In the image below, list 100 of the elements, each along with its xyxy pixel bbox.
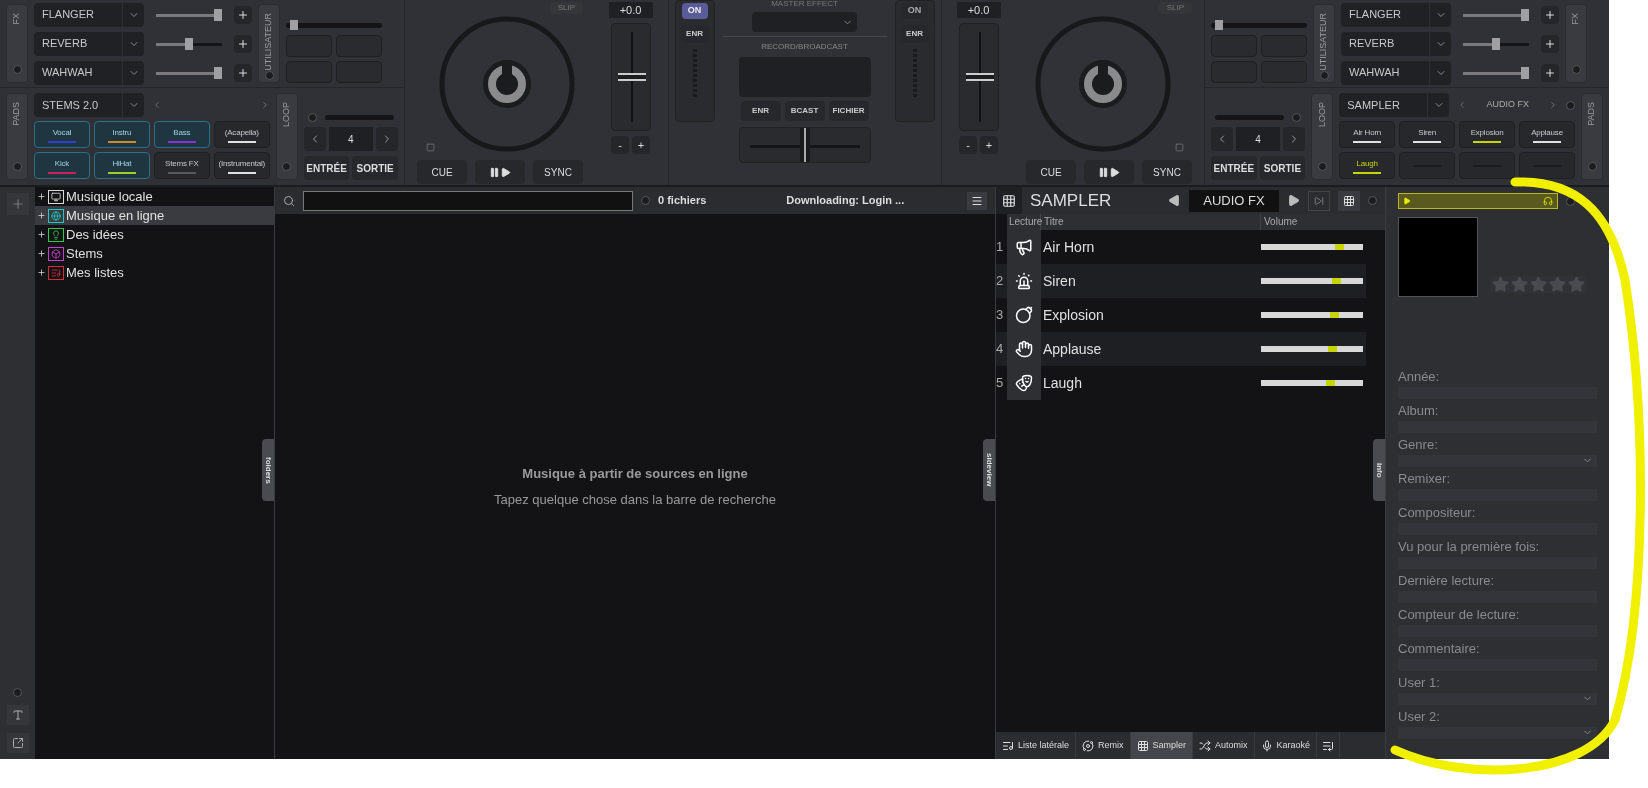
effect-slider[interactable] — [156, 8, 222, 21]
effect-dropdown[interactable]: REVERB — [1341, 31, 1451, 56]
pitch-slider[interactable] — [958, 23, 999, 131]
cue-button[interactable]: CUE — [417, 160, 467, 184]
next-bank-icon[interactable] — [1287, 194, 1300, 207]
pad-button[interactable] — [1459, 152, 1516, 179]
pitch-minus-button[interactable]: - — [959, 136, 977, 154]
pad-button[interactable]: Explosion — [1459, 121, 1516, 148]
prev-page-icon[interactable] — [152, 100, 162, 110]
view-tab[interactable]: Sampler — [1130, 732, 1194, 759]
effect-dropdown[interactable]: FLANGER — [1341, 2, 1451, 27]
channel-record-button[interactable]: ENR — [900, 25, 929, 43]
effect-dropdown[interactable]: SAMPLER — [1339, 93, 1450, 117]
user-slider[interactable] — [1211, 20, 1307, 30]
loop-prev-button[interactable] — [1211, 127, 1233, 151]
view-tab[interactable]: Liste latérale — [996, 732, 1077, 759]
loop-out-button[interactable]: SORTIE — [352, 156, 398, 180]
stop-icon[interactable] — [1174, 143, 1184, 152]
effect-dropdown[interactable]: WAHWAH — [1341, 60, 1451, 85]
tree-item[interactable]: Musique locale — [35, 187, 274, 206]
pad-button[interactable]: (Acapella) — [213, 121, 270, 148]
pad-button[interactable]: HiHat — [93, 152, 150, 179]
play-pause-button[interactable] — [1084, 160, 1134, 184]
loop-in-button[interactable]: ENTRÉE — [303, 156, 350, 180]
volume-slider[interactable] — [1261, 278, 1363, 284]
loop-prev-button[interactable] — [303, 127, 326, 151]
volume-slider[interactable] — [1261, 346, 1363, 352]
plus-button[interactable] — [1541, 5, 1559, 24]
popout-button[interactable] — [6, 733, 29, 753]
pad-button[interactable]: Siren — [1399, 121, 1456, 148]
previous-bank-icon[interactable] — [1168, 194, 1181, 207]
effect-dropdown[interactable]: WAHWAH — [34, 60, 144, 85]
sampler-row[interactable]: 3 Explosion — [996, 298, 1366, 332]
sampler-row[interactable]: 5 Laugh — [996, 366, 1366, 400]
view-tab[interactable]: Remix — [1076, 732, 1131, 759]
effect-slider[interactable] — [156, 37, 222, 50]
tree-item[interactable]: Stems — [35, 244, 274, 263]
loop-in-button[interactable]: ENTRÉE — [1211, 156, 1257, 180]
effect-slider[interactable] — [1463, 66, 1529, 79]
dropdown-field[interactable] — [1398, 726, 1597, 739]
side-tab[interactable]: folders — [262, 439, 274, 501]
font-size-button[interactable] — [6, 705, 29, 725]
skip-button[interactable] — [1308, 190, 1330, 211]
pad-button[interactable]: Laugh — [1339, 152, 1396, 179]
pitch-plus-button[interactable]: + — [980, 136, 998, 154]
view-tab[interactable]: Automix — [1193, 732, 1255, 759]
plus-button[interactable] — [234, 34, 252, 53]
loop-next-button[interactable] — [1283, 127, 1306, 151]
pad-button[interactable]: Kick — [34, 152, 90, 179]
plus-button[interactable] — [1541, 63, 1559, 82]
stop-icon[interactable] — [425, 143, 435, 152]
plus-button[interactable] — [234, 63, 252, 82]
channel-on-button[interactable]: ON — [901, 3, 928, 19]
sync-button[interactable]: SYNC — [533, 160, 583, 184]
list-menu-button[interactable] — [967, 191, 987, 210]
tree-item[interactable]: Des idées — [35, 225, 274, 244]
effect-dropdown[interactable]: REVERB — [34, 31, 144, 56]
side-tab[interactable]: sideview — [983, 439, 995, 501]
view-tab[interactable]: Karaoké — [1254, 732, 1318, 759]
record-button[interactable]: FICHIER — [828, 101, 869, 121]
sampler-row[interactable]: 4 Applause — [996, 332, 1366, 366]
pitch-minus-button[interactable]: - — [611, 136, 629, 154]
pad-button[interactable]: Applause — [1519, 121, 1575, 148]
user-slider[interactable] — [286, 20, 382, 30]
plus-button[interactable] — [1541, 34, 1559, 53]
channel-on-button[interactable]: ON — [681, 3, 708, 19]
loop-out-button[interactable]: SORTIE — [1259, 156, 1306, 180]
grid-view-button[interactable] — [1338, 190, 1360, 211]
record-button[interactable]: BCAST — [784, 101, 825, 121]
search-field[interactable] — [303, 190, 633, 211]
volume-slider[interactable] — [1261, 380, 1363, 386]
side-tab[interactable]: info — [1373, 439, 1385, 501]
next-page-icon[interactable] — [1548, 100, 1558, 110]
dropdown-field[interactable] — [1398, 454, 1597, 467]
effect-slider[interactable] — [156, 66, 222, 79]
loop-next-button[interactable] — [376, 127, 398, 151]
record-button[interactable]: ENR — [740, 101, 781, 121]
pad-button[interactable] — [1519, 152, 1575, 179]
volume-slider[interactable] — [1261, 244, 1363, 250]
pad-button[interactable]: Instru — [93, 121, 150, 148]
pitch-plus-button[interactable]: + — [632, 136, 650, 154]
volume-slider[interactable] — [1261, 312, 1363, 318]
crossfader[interactable] — [738, 127, 871, 163]
sync-button[interactable]: SYNC — [1142, 160, 1192, 184]
effect-dropdown[interactable]: FLANGER — [34, 2, 144, 27]
pad-button[interactable]: Stems FX — [153, 152, 210, 179]
pad-button[interactable]: Bass — [153, 121, 210, 148]
play-pause-button[interactable] — [475, 160, 525, 184]
pad-button[interactable]: Air Horn — [1339, 121, 1396, 148]
tree-item[interactable]: Mes listes — [35, 263, 274, 282]
sampler-row[interactable]: 1 Air Horn — [996, 230, 1366, 264]
tree-item[interactable]: Musique en ligne — [35, 206, 274, 225]
pitch-slider[interactable] — [610, 23, 651, 131]
pad-button[interactable]: (Instrumental) — [213, 152, 270, 179]
cue-button[interactable]: CUE — [1026, 160, 1076, 184]
add-button[interactable] — [6, 193, 29, 215]
effect-slider[interactable] — [1463, 8, 1529, 21]
dropdown-field[interactable] — [1398, 692, 1597, 705]
effect-dropdown[interactable]: STEMS 2.0 — [34, 93, 144, 117]
sampler-grid-button[interactable] — [996, 187, 1022, 214]
